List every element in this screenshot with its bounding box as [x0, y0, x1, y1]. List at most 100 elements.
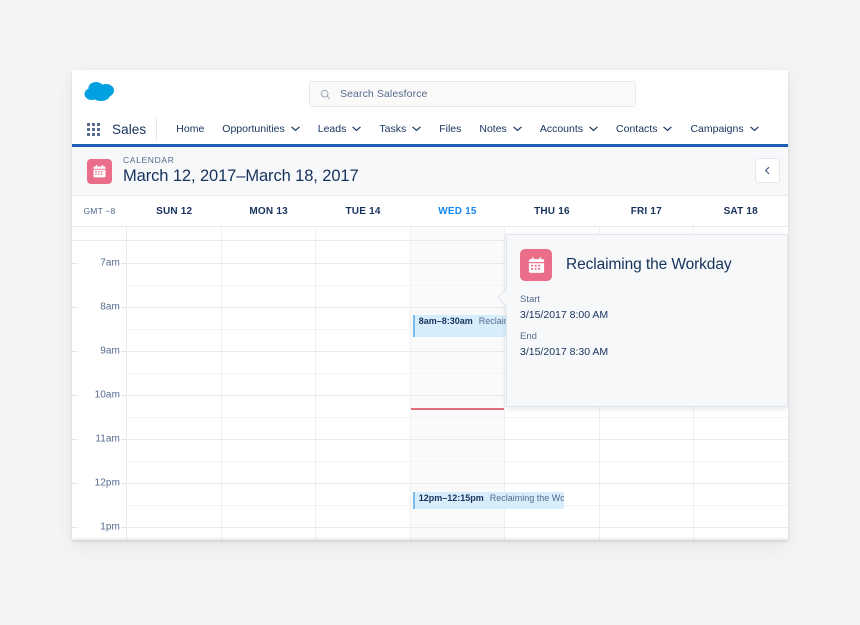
hour-gridline — [410, 263, 505, 264]
nav-item-list: Home Opportunities Leads Tasks Files Notes Acc… — [167, 114, 767, 144]
hour-gridline — [410, 527, 505, 528]
nav-item-opportunities[interactable]: Opportunities — [213, 114, 308, 144]
half-hour-gridline — [316, 373, 410, 374]
event-time-range: 8am–8:30am — [418, 316, 473, 326]
nav-item-label: Tasks — [379, 123, 407, 135]
day-header-sat[interactable]: SAT 18 — [694, 206, 788, 217]
half-hour-gridline — [316, 285, 410, 286]
hour-gridline — [221, 439, 316, 440]
hour-gridline — [316, 351, 410, 352]
hour-gridline — [505, 527, 599, 528]
hour-gridline — [410, 307, 505, 308]
time-label: 9am — [100, 345, 120, 357]
half-hour-gridline — [127, 285, 221, 286]
hour-gridline — [221, 527, 316, 528]
search-icon — [310, 89, 340, 100]
chevron-down-icon — [513, 126, 522, 132]
collapse-panel-button[interactable] — [755, 158, 780, 183]
half-hour-gridline — [599, 461, 694, 462]
time-label: 8am — [100, 301, 120, 313]
nav-item-notes[interactable]: Notes — [470, 114, 530, 144]
half-hour-gridline — [505, 461, 599, 462]
day-header-mon[interactable]: MON 13 — [221, 206, 315, 217]
hour-gridline — [316, 527, 410, 528]
hour-gridline — [221, 263, 316, 264]
half-hour-gridline — [505, 417, 599, 418]
navigation-bar: Sales Home Opportunities Leads Tasks Files No… — [72, 114, 788, 147]
half-hour-gridline — [316, 329, 410, 330]
nav-item-home[interactable]: Home — [167, 114, 213, 144]
hour-gridline — [127, 307, 221, 308]
search-input[interactable] — [340, 88, 600, 100]
nav-item-contacts[interactable]: Contacts — [607, 114, 681, 144]
time-tick — [121, 351, 126, 352]
day-column-mon[interactable] — [221, 241, 317, 540]
popover-field-label: End — [520, 331, 537, 342]
popover-field-value: 3/15/2017 8:00 AM — [520, 309, 609, 321]
all-day-cell-sun[interactable] — [127, 227, 222, 240]
half-hour-gridline — [316, 417, 410, 418]
time-label: 7am — [100, 257, 120, 269]
day-column-sun[interactable] — [127, 241, 222, 540]
event-detail-popover[interactable]: Reclaiming the Workday Start 3/15/2017 8:… — [497, 234, 788, 407]
calendar-grid: 7am 8am 9am 10am 11am 12pm 1pm 8am–8:30am Recla… — [72, 226, 788, 540]
time-tick — [121, 307, 126, 308]
half-hour-gridline — [599, 505, 694, 506]
day-column-wed[interactable]: 8am–8:30amReclaiming the Workday12pm–12:… — [410, 241, 565, 540]
hour-gridline — [410, 439, 505, 440]
day-header-fri[interactable]: FRI 17 — [599, 206, 693, 217]
nav-item-campaigns[interactable]: Campaigns — [681, 114, 767, 144]
time-label: 1pm — [100, 521, 120, 533]
time-tick — [72, 263, 77, 264]
nav-item-label: Leads — [317, 123, 347, 135]
nav-item-tasks[interactable]: Tasks — [370, 114, 430, 144]
all-day-cell-wed[interactable] — [410, 227, 506, 240]
nav-item-label: Notes — [479, 123, 507, 135]
time-tick — [72, 395, 77, 396]
time-tick — [72, 483, 77, 484]
day-header-tue[interactable]: TUE 14 — [316, 206, 410, 217]
hour-gridline — [316, 395, 410, 396]
time-tick — [72, 527, 77, 528]
half-hour-gridline — [410, 285, 505, 286]
hour-gridline — [127, 351, 221, 352]
search-box[interactable] — [309, 81, 636, 107]
nav-item-accounts[interactable]: Accounts — [531, 114, 607, 144]
half-hour-gridline — [221, 461, 316, 462]
calendar-event[interactable]: 12pm–12:15pm Reclaiming the Workday — [412, 492, 565, 509]
hour-gridline — [694, 483, 788, 484]
day-header-thu[interactable]: THU 16 — [505, 206, 599, 217]
day-column-tue[interactable] — [316, 241, 411, 540]
half-hour-gridline — [127, 417, 221, 418]
calendar-header-text: CALENDAR March 12, 2017–March 18, 2017 — [123, 155, 359, 187]
event-title: Reclaiming the Workday — [489, 493, 565, 503]
waffle-grid-icon — [86, 122, 100, 136]
nav-item-files[interactable]: Files — [430, 114, 470, 144]
hour-gridline — [694, 527, 788, 528]
event-time-range: 12pm–12:15pm — [418, 493, 484, 503]
app-launcher-icon[interactable] — [80, 114, 106, 144]
time-tick — [121, 439, 126, 440]
chevron-down-icon — [589, 126, 598, 132]
hour-gridline — [127, 263, 221, 264]
time-label: 10am — [94, 389, 120, 401]
all-day-cell-tue[interactable] — [316, 227, 411, 240]
nav-item-leads[interactable]: Leads — [309, 114, 371, 144]
hour-gridline — [221, 395, 316, 396]
day-header-sun[interactable]: SUN 12 — [127, 206, 221, 217]
salesforce-app-window: Sales Home Opportunities Leads Tasks Files No… — [72, 70, 788, 540]
salesforce-cloud-icon[interactable] — [80, 79, 124, 107]
day-header-row: GMT −8 SUN 12 MON 13 TUE 14 WED 15 THU 16 FRI… — [72, 196, 788, 226]
time-label: 12pm — [94, 477, 120, 489]
day-header-wed[interactable]: WED 15 — [410, 206, 504, 217]
nav-item-label: Opportunities — [222, 123, 285, 135]
half-hour-gridline — [221, 417, 316, 418]
hour-gridline — [410, 483, 505, 484]
page-title: March 12, 2017–March 18, 2017 — [123, 167, 359, 185]
hour-gridline — [599, 527, 694, 528]
all-day-cell-mon[interactable] — [222, 227, 317, 240]
nav-item-label: Campaigns — [690, 123, 744, 135]
half-hour-gridline — [221, 285, 316, 286]
half-hour-gridline — [127, 461, 221, 462]
popover-fields: Start 3/15/2017 8:00 AM End 3/15/2017 8:30 … — [507, 281, 787, 360]
